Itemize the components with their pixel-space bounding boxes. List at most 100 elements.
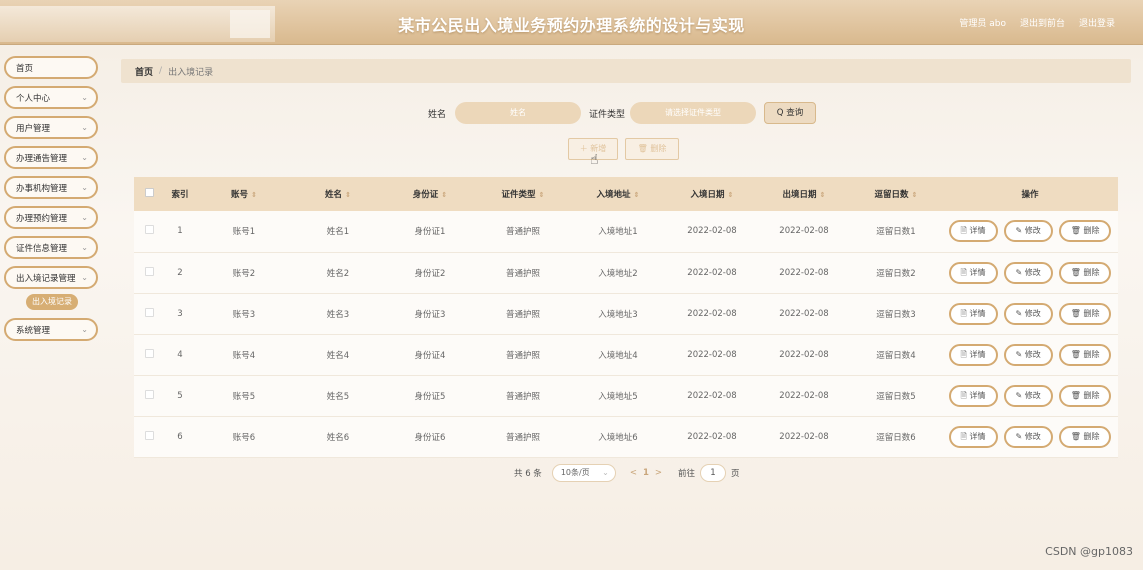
row-actions: 🗎 详情 ✎ 修改 🗑 删除 [942, 334, 1118, 376]
column-header[interactable]: 身份证 ⇕ [384, 177, 476, 211]
current-user: 管理员 abo [959, 19, 1006, 29]
table-cell: 身份证3 [384, 293, 476, 335]
sort-icon[interactable]: ⇕ [728, 191, 734, 199]
edit-button[interactable]: ✎ 修改 [1003, 302, 1053, 325]
goto-page-input[interactable]: 1 [700, 464, 726, 482]
row-checkbox[interactable] [134, 334, 164, 376]
logout-link[interactable]: 退出登录 [1079, 16, 1115, 29]
table-cell: 2022-02-08 [666, 416, 758, 458]
detail-button[interactable]: 🗎 详情 [948, 261, 998, 284]
table-cell: 身份证2 [384, 252, 476, 294]
column-header[interactable]: 逗留日数 ⇕ [850, 177, 942, 211]
delete-button[interactable]: 🗑 删除 [1058, 343, 1112, 366]
row-checkbox[interactable] [134, 211, 164, 253]
table-cell: 2022-02-08 [666, 293, 758, 335]
delete-button[interactable]: 🗑 删除 [1058, 220, 1112, 243]
sidebar-subitem-entry-exit-record[interactable]: 出入境记录 [26, 294, 78, 310]
detail-button[interactable]: 🗎 详情 [948, 343, 998, 366]
table-cell: 姓名4 [292, 334, 384, 376]
bulk-delete-button[interactable]: 🗑 删除 [625, 138, 679, 160]
sort-icon[interactable]: ⇕ [912, 191, 918, 199]
table-cell: 身份证5 [384, 375, 476, 417]
column-header[interactable]: 入境地址 ⇕ [570, 177, 666, 211]
table-cell: 2022-02-08 [758, 252, 850, 294]
sort-icon[interactable]: ⇕ [345, 191, 351, 199]
table-cell: 6 [164, 416, 196, 458]
sidebar-item-entry-exit-records[interactable]: 出入境记录管理 ⌄ [4, 266, 98, 289]
delete-button[interactable]: 🗑 删除 [1058, 425, 1112, 448]
table-cell: 入境地址6 [570, 416, 666, 458]
delete-button[interactable]: 🗑 删除 [1058, 261, 1112, 284]
row-checkbox[interactable] [134, 375, 164, 417]
column-header[interactable]: 姓名 ⇕ [292, 177, 384, 211]
sort-icon[interactable]: ⇕ [539, 191, 545, 199]
next-page-button[interactable]: > [655, 468, 662, 478]
breadcrumb-home[interactable]: 首页 [135, 65, 153, 78]
sort-icon[interactable]: ⇕ [441, 191, 447, 199]
edit-button[interactable]: ✎ 修改 [1003, 220, 1053, 243]
top-bar: 某市公民出入境业务预约办理系统的设计与实现 管理员 abo 退出到前台 退出登录 [0, 0, 1143, 45]
table-cell: 入境地址2 [570, 252, 666, 294]
sidebar-item-system[interactable]: 系统管理 ⌄ [4, 318, 98, 341]
detail-button[interactable]: 🗎 详情 [948, 302, 998, 325]
search-bar: 姓名 姓名 证件类型 请选择证件类型 Q 查询 [0, 102, 1143, 124]
chevron-down-icon: ⌄ [81, 273, 88, 282]
page-suffix: 页 [731, 469, 740, 479]
column-header[interactable]: 入境日期 ⇕ [666, 177, 758, 211]
sidebar-item-label: 证件信息管理 [16, 243, 68, 254]
table-cell: 逗留日数6 [850, 416, 942, 458]
back-to-frontend-link[interactable]: 退出到前台 [1020, 16, 1065, 29]
chevron-down-icon: ⌄ [81, 243, 88, 252]
edit-button[interactable]: ✎ 修改 [1003, 425, 1053, 448]
table-cell: 逗留日数5 [850, 375, 942, 417]
delete-button[interactable]: 🗑 删除 [1058, 384, 1112, 407]
table-cell: 账号2 [196, 252, 292, 294]
row-actions: 🗎 详情 ✎ 修改 🗑 删除 [942, 375, 1118, 417]
edit-button[interactable]: ✎ 修改 [1003, 343, 1053, 366]
sort-icon[interactable]: ⇕ [251, 191, 257, 199]
name-search-input[interactable]: 姓名 [455, 102, 581, 124]
query-button[interactable]: Q 查询 [764, 102, 816, 124]
sidebar-item-label: 办理预约管理 [16, 213, 68, 224]
select-all-checkbox[interactable] [134, 177, 164, 211]
sort-icon[interactable]: ⇕ [820, 191, 826, 199]
column-header[interactable]: 账号 ⇕ [196, 177, 292, 211]
detail-button[interactable]: 🗎 详情 [948, 220, 998, 243]
sidebar-item-appointments[interactable]: 办理预约管理 ⌄ [4, 206, 98, 229]
sidebar: 首页 个人中心 ⌄ 用户管理 ⌄ 办理通告管理 ⌄ 办事机构管理 ⌄ 办理预约管… [4, 56, 98, 348]
edit-button[interactable]: ✎ 修改 [1003, 384, 1053, 407]
column-header[interactable]: 证件类型 ⇕ [476, 177, 570, 211]
row-checkbox[interactable] [134, 293, 164, 335]
table-cell: 身份证1 [384, 211, 476, 253]
page-size-select[interactable]: 10条/页 ⌄ [551, 464, 616, 482]
detail-button[interactable]: 🗎 详情 [948, 384, 998, 407]
table-cell: 姓名1 [292, 211, 384, 253]
column-header[interactable]: 出境日期 ⇕ [758, 177, 850, 211]
edit-button[interactable]: ✎ 修改 [1003, 261, 1053, 284]
current-page[interactable]: 1 [643, 468, 649, 478]
detail-button[interactable]: 🗎 详情 [948, 425, 998, 448]
table-cell: 2022-02-08 [758, 416, 850, 458]
table-cell: 姓名2 [292, 252, 384, 294]
action-toolbar: ＋ 新增 🗑 删除 [0, 138, 1143, 162]
table-row: 1 账号1 姓名1 身份证1 普通护照 入境地址1 2022-02-08 2022-02-08… [134, 211, 1118, 253]
certificate-type-label: 证件类型 [589, 110, 626, 120]
sidebar-item-home[interactable]: 首页 [4, 56, 98, 79]
chevron-down-icon: ⌄ [81, 183, 88, 192]
row-checkbox[interactable] [134, 252, 164, 294]
table-cell: 2022-02-08 [666, 252, 758, 294]
sidebar-item-agencies[interactable]: 办事机构管理 ⌄ [4, 176, 98, 199]
table-cell: 账号1 [196, 211, 292, 253]
sort-icon[interactable]: ⇕ [634, 191, 640, 199]
table-cell: 逗留日数3 [850, 293, 942, 335]
pagination: 共 6 条 10条/页 ⌄ < 1 > 前往 1 页 [514, 464, 740, 482]
table-cell: 普通护照 [476, 334, 570, 376]
row-actions: 🗎 详情 ✎ 修改 🗑 删除 [942, 211, 1118, 253]
certificate-type-select[interactable]: 请选择证件类型 [630, 102, 756, 124]
prev-page-button[interactable]: < [630, 468, 637, 478]
row-checkbox[interactable] [134, 416, 164, 458]
table-cell: 账号6 [196, 416, 292, 458]
sidebar-item-certificates[interactable]: 证件信息管理 ⌄ [4, 236, 98, 259]
delete-button[interactable]: 🗑 删除 [1058, 302, 1112, 325]
table-cell: 入境地址3 [570, 293, 666, 335]
